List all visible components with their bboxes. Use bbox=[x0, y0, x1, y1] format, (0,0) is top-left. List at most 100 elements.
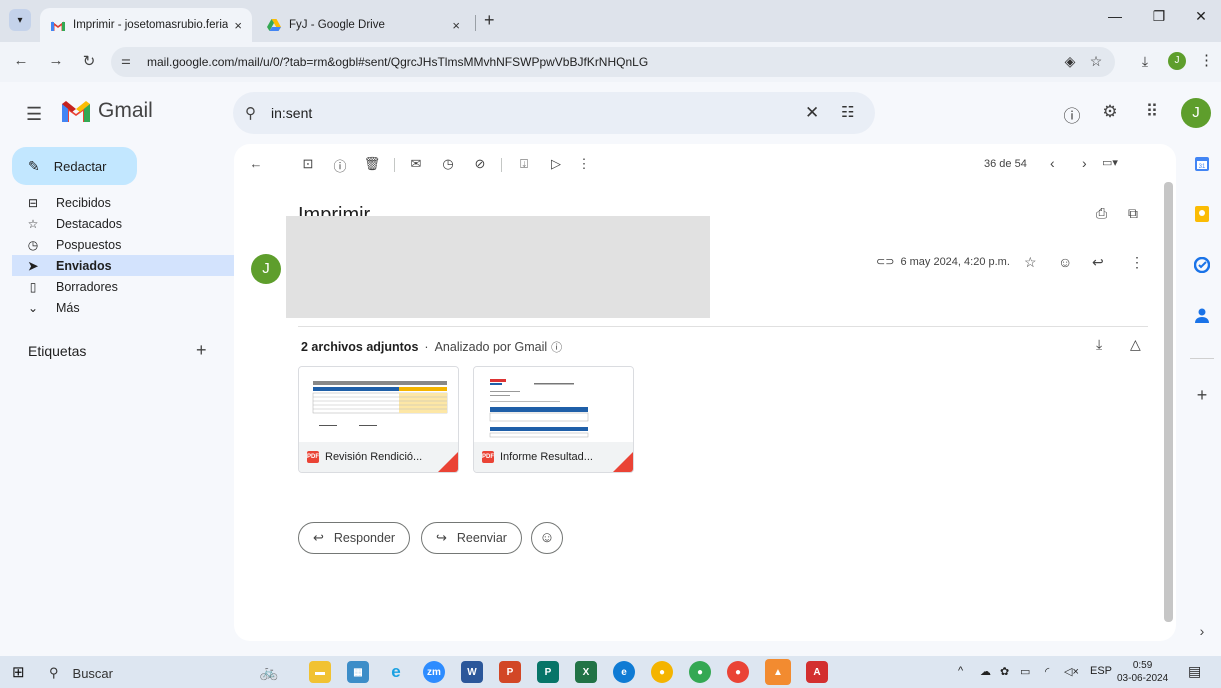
excel-icon[interactable]: X bbox=[575, 661, 597, 683]
older-icon[interactable]: › bbox=[1082, 155, 1087, 171]
site-settings-icon[interactable]: ⚌ bbox=[121, 54, 139, 70]
compose-button[interactable]: ✎ Redactar bbox=[12, 147, 137, 185]
search-options-icon[interactable]: ☷ bbox=[841, 103, 854, 121]
project-icon[interactable]: P bbox=[537, 661, 559, 683]
back-icon[interactable]: ← bbox=[10, 52, 32, 69]
mark-unread-icon[interactable]: ✉ bbox=[406, 156, 426, 172]
newer-icon[interactable]: ‹ bbox=[1050, 155, 1055, 171]
sidebar-item-inbox[interactable]: ⊟ Recibidos bbox=[12, 192, 247, 213]
scrollbar[interactable] bbox=[1164, 182, 1173, 622]
downloads-icon[interactable]: ⤓ bbox=[1135, 53, 1155, 70]
help-icon[interactable]: ⓘ bbox=[1060, 102, 1084, 127]
tray-battery-icon[interactable]: ▭ bbox=[1020, 665, 1030, 678]
reply-icon[interactable]: ↩ bbox=[1092, 254, 1104, 271]
forward-button[interactable]: ↪ Reenviar bbox=[421, 522, 522, 554]
label-icon[interactable]: ▷ bbox=[546, 156, 566, 172]
save-to-drive-icon[interactable]: △ bbox=[1130, 336, 1141, 353]
reply-button[interactable]: ↩ Responder bbox=[298, 522, 411, 554]
chrome-profile-2-icon[interactable]: ● bbox=[727, 661, 749, 683]
attachment-card[interactable]: PDF Informe Resultad... bbox=[473, 366, 634, 473]
reload-icon[interactable]: ↻ bbox=[78, 52, 100, 70]
eye-slash-icon[interactable]: ◈ bbox=[1060, 53, 1080, 70]
back-to-list-icon[interactable]: ← bbox=[246, 156, 266, 171]
tab-search-button[interactable]: ▾ bbox=[9, 9, 31, 31]
more-actions-icon[interactable]: ⋮ bbox=[574, 156, 594, 172]
hide-side-panel-icon[interactable]: › bbox=[1191, 620, 1213, 642]
attachment-card[interactable]: PDF Revisión Rendició... bbox=[298, 366, 459, 473]
snooze-icon[interactable]: ◷ bbox=[438, 156, 458, 172]
sender-avatar[interactable]: J bbox=[251, 254, 281, 284]
emoji-react-button[interactable]: ☺ bbox=[531, 522, 563, 554]
tray-onedrive-icon[interactable]: ☁ bbox=[980, 665, 991, 678]
clear-search-icon[interactable]: ✕ bbox=[805, 103, 819, 123]
account-avatar[interactable]: J bbox=[1181, 98, 1211, 128]
tab-gmail[interactable]: Imprimir - josetomasrubio.feria × bbox=[40, 8, 252, 42]
main-menu-icon[interactable]: ☰ bbox=[26, 104, 42, 125]
move-to-icon[interactable]: ⍗ bbox=[514, 156, 534, 172]
system-clock[interactable]: 0:59 03-06-2024 bbox=[1117, 659, 1168, 685]
add-task-icon[interactable]: ⊘ bbox=[470, 156, 490, 172]
restore-icon[interactable]: ❐ bbox=[1144, 8, 1174, 25]
language-indicator[interactable]: ESP bbox=[1090, 665, 1112, 677]
volume-muted-icon[interactable]: ◁× bbox=[1064, 665, 1079, 678]
new-tab-button[interactable]: + bbox=[484, 10, 495, 31]
internet-explorer-icon[interactable]: e bbox=[385, 661, 407, 683]
contacts-icon[interactable] bbox=[1191, 304, 1213, 326]
emoji-reaction-icon[interactable]: ☺ bbox=[1058, 254, 1072, 270]
chrome-profile-icon[interactable]: ● bbox=[689, 661, 711, 683]
open-new-window-icon[interactable]: ⧉ bbox=[1128, 205, 1138, 222]
bookmark-star-icon[interactable]: ☆ bbox=[1086, 53, 1106, 70]
minimize-icon[interactable]: — bbox=[1100, 8, 1130, 24]
notifications-icon[interactable]: ▤ bbox=[1188, 663, 1201, 680]
browser-menu-icon[interactable]: ⋮ bbox=[1199, 51, 1214, 69]
sidebar-item-starred[interactable]: ☆ Destacados bbox=[12, 213, 247, 234]
sidebar-item-snoozed[interactable]: ◷ Pospuestos bbox=[12, 234, 247, 255]
add-label-icon[interactable]: + bbox=[196, 340, 207, 361]
tray-chevron-icon[interactable]: ^ bbox=[958, 665, 963, 677]
download-all-icon[interactable]: ⤓ bbox=[1096, 336, 1102, 353]
delete-icon[interactable]: 🗑 bbox=[362, 156, 382, 172]
acrobat-icon[interactable]: A bbox=[806, 661, 828, 683]
taskbar-search[interactable]: ⚲ Buscar bbox=[49, 665, 113, 681]
tab-close-icon[interactable]: × bbox=[234, 18, 242, 33]
report-spam-icon[interactable]: ⓘ bbox=[330, 156, 350, 175]
attachment-footer: PDF Revisión Rendició... bbox=[299, 442, 458, 472]
address-bar[interactable]: ⚌ mail.google.com/mail/u/0/?tab=rm&ogbl#… bbox=[111, 47, 1115, 77]
edge-icon[interactable]: e bbox=[613, 661, 635, 683]
settings-gear-icon[interactable]: ⚙ bbox=[1098, 102, 1122, 122]
tasks-icon[interactable] bbox=[1191, 254, 1213, 276]
gmail-logo[interactable]: Gmail bbox=[62, 99, 153, 123]
message-more-icon[interactable]: ⋮ bbox=[1130, 254, 1144, 271]
star-message-icon[interactable]: ☆ bbox=[1024, 254, 1037, 271]
chrome-icon[interactable]: ● bbox=[651, 661, 673, 683]
sidebar-item-drafts[interactable]: ▯ Borradores bbox=[12, 276, 247, 297]
control-panel-icon[interactable]: ▦ bbox=[347, 661, 369, 683]
sidebar-item-sent[interactable]: ➤ Enviados bbox=[12, 255, 247, 276]
keep-icon[interactable] bbox=[1191, 203, 1213, 225]
tab-close-icon[interactable]: × bbox=[452, 18, 460, 33]
zoom-icon[interactable]: zm bbox=[423, 661, 445, 683]
calendar-icon[interactable]: 31 bbox=[1191, 153, 1213, 175]
sidebar-item-label: Borradores bbox=[56, 279, 118, 294]
close-window-icon[interactable]: ✕ bbox=[1186, 8, 1216, 25]
tab-drive[interactable]: FyJ - Google Drive × bbox=[256, 8, 470, 42]
word-icon[interactable]: W bbox=[461, 661, 483, 683]
search-input[interactable] bbox=[271, 105, 791, 121]
file-explorer-icon[interactable]: ▬ bbox=[309, 661, 331, 683]
windows-start-icon[interactable]: ⊞ bbox=[12, 663, 25, 681]
sidebar-item-more[interactable]: ⌄ Más bbox=[12, 297, 247, 318]
archive-icon[interactable]: ⊡ bbox=[298, 156, 318, 172]
active-app-icon[interactable]: ▲ bbox=[765, 659, 791, 685]
forward-icon[interactable]: → bbox=[45, 52, 67, 69]
print-icon[interactable]: ⎙ bbox=[1096, 205, 1107, 222]
powerpoint-icon[interactable]: P bbox=[499, 661, 521, 683]
tray-app-icon[interactable]: ✿ bbox=[1000, 665, 1009, 678]
apps-grid-icon[interactable]: ⠿ bbox=[1140, 102, 1164, 122]
bicycle-widget-icon[interactable]: 🚲 bbox=[244, 661, 294, 683]
get-addons-icon[interactable]: + bbox=[1191, 384, 1213, 406]
input-tools-icon[interactable]: ▭▾ bbox=[1102, 156, 1118, 169]
wifi-icon[interactable]: ◜ bbox=[1045, 665, 1049, 678]
search-icon[interactable]: ⚲ bbox=[245, 104, 265, 122]
browser-profile-avatar[interactable]: J bbox=[1168, 52, 1186, 70]
info-icon[interactable]: ⓘ bbox=[551, 339, 562, 355]
